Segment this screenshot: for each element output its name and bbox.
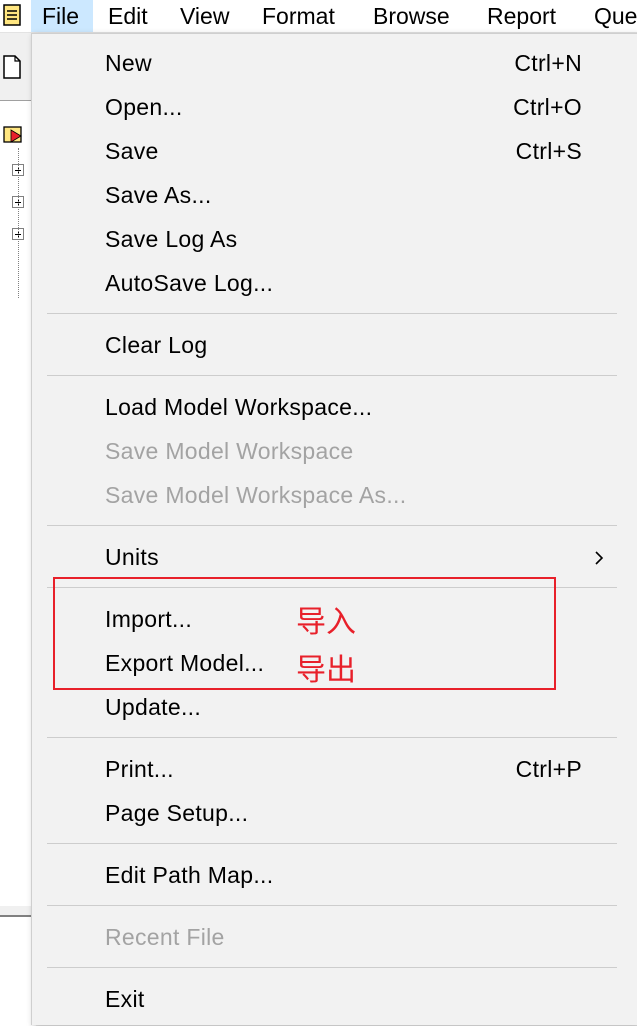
menu-file-label: File: [42, 3, 80, 29]
menu-format[interactable]: Format: [262, 0, 335, 32]
menu-item-update[interactable]: Update...: [32, 685, 637, 729]
menu-item-label: Update...: [105, 694, 202, 720]
chevron-right-icon: [595, 551, 604, 565]
menu-separator: [47, 525, 617, 526]
menu-report[interactable]: Report: [487, 0, 556, 32]
app-icon[interactable]: [2, 3, 24, 27]
menu-edit[interactable]: Edit: [108, 0, 148, 32]
menu-item-save-model-workspace-as: Save Model Workspace As...: [32, 473, 637, 517]
menu-item-recent-file: Recent File: [32, 915, 637, 959]
menu-item-exit[interactable]: Exit: [32, 977, 637, 1021]
menu-item-new[interactable]: New Ctrl+N: [32, 41, 637, 85]
tree-connector-line: [18, 148, 19, 298]
menu-item-label: Load Model Workspace...: [105, 394, 373, 420]
menu-item-label: Print...: [105, 756, 174, 782]
menu-browse[interactable]: Browse: [373, 0, 450, 32]
menu-separator: [47, 967, 617, 968]
menu-item-page-setup[interactable]: Page Setup...: [32, 791, 637, 835]
menu-item-label: Units: [105, 544, 159, 570]
menu-item-label: Recent File: [105, 924, 225, 950]
menu-item-label: Page Setup...: [105, 800, 249, 826]
menu-file[interactable]: File: [31, 0, 93, 32]
tree-root-icon[interactable]: [3, 124, 27, 146]
menu-item-label: Save Model Workspace: [105, 438, 354, 464]
menu-separator: [47, 905, 617, 906]
menu-item-save-as[interactable]: Save As...: [32, 173, 637, 217]
new-document-icon[interactable]: [3, 55, 21, 79]
menu-item-label: Save As...: [105, 182, 212, 208]
menu-item-label: Save Log As: [105, 226, 238, 252]
menu-item-label: Open...: [105, 94, 183, 120]
menu-separator: [47, 375, 617, 376]
menu-separator: [47, 737, 617, 738]
menu-item-edit-path-map[interactable]: Edit Path Map...: [32, 853, 637, 897]
menu-item-label: Save: [105, 138, 159, 164]
menu-item-save-model-workspace: Save Model Workspace: [32, 429, 637, 473]
annotation-export-note: 导出: [296, 653, 356, 688]
menu-item-open[interactable]: Open... Ctrl+O: [32, 85, 637, 129]
menu-item-label: Exit: [105, 986, 145, 1012]
menu-item-clear-log[interactable]: Clear Log: [32, 323, 637, 367]
menu-item-autosave-log[interactable]: AutoSave Log...: [32, 261, 637, 305]
menu-item-shortcut: Ctrl+S: [515, 138, 582, 164]
menu-bar: File Edit View Format Browse Report Que: [0, 0, 637, 33]
menu-item-label: Clear Log: [105, 332, 208, 358]
menu-view[interactable]: View: [180, 0, 229, 32]
file-menu-dropdown: New Ctrl+N Open... Ctrl+O Save Ctrl+S Sa…: [31, 33, 637, 1025]
menu-item-label: Save Model Workspace As...: [105, 482, 407, 508]
menu-separator: [47, 313, 617, 314]
menu-item-shortcut: Ctrl+N: [514, 50, 582, 76]
menu-query[interactable]: Que: [594, 0, 637, 32]
menu-item-shortcut: Ctrl+P: [515, 756, 582, 782]
menu-item-load-model-workspace[interactable]: Load Model Workspace...: [32, 385, 637, 429]
annotation-import-note: 导入: [296, 605, 356, 640]
menu-item-label: New: [105, 50, 152, 76]
menu-item-label: Edit Path Map...: [105, 862, 274, 888]
menu-separator: [47, 843, 617, 844]
menu-item-print[interactable]: Print... Ctrl+P: [32, 747, 637, 791]
menu-item-label: AutoSave Log...: [105, 270, 274, 296]
menu-item-units[interactable]: Units: [32, 535, 637, 579]
menu-item-shortcut: Ctrl+O: [513, 94, 582, 120]
menu-item-save-log-as[interactable]: Save Log As: [32, 217, 637, 261]
menu-item-save[interactable]: Save Ctrl+S: [32, 129, 637, 173]
